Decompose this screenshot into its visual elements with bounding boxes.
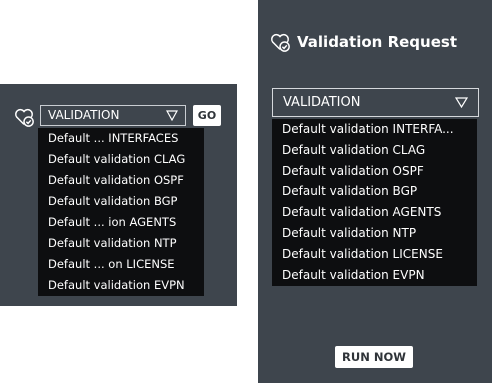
menu-item[interactable]: Default ... INTERFACES	[38, 128, 204, 149]
validation-type-select[interactable]: VALIDATION	[40, 105, 186, 126]
menu-item[interactable]: Default validation CLAG	[272, 140, 477, 161]
validation-request-panel: Validation Request VALIDATION Default va…	[258, 0, 492, 383]
menu-item[interactable]: Default validation EVPN	[272, 265, 477, 286]
triangle-down-icon	[166, 110, 178, 121]
heart-check-icon	[271, 33, 290, 52]
validation-dropdown-menu: Default validation INTERFA... Default val…	[272, 119, 477, 286]
heart-check-icon	[15, 108, 34, 127]
menu-item[interactable]: Default validation AGENTS	[272, 202, 477, 223]
menu-item[interactable]: Default validation LICENSE	[272, 244, 477, 265]
go-button[interactable]: GO	[193, 105, 221, 126]
menu-item[interactable]: Default ... on LICENSE	[38, 254, 204, 275]
menu-item[interactable]: Default validation EVPN	[38, 275, 204, 296]
validation-dropdown-menu: Default ... INTERFACES Default validation…	[38, 128, 204, 296]
panel-header: Validation Request	[269, 28, 457, 56]
validation-type-select[interactable]: VALIDATION	[272, 88, 479, 117]
panel-title: Validation Request	[297, 33, 457, 51]
menu-item[interactable]: Default validation OSPF	[272, 161, 477, 182]
triangle-down-icon	[455, 97, 468, 108]
menu-item[interactable]: Default validation INTERFA...	[272, 119, 477, 140]
validation-widget-compact: VALIDATION GO Default ... INTERFACES Defa…	[0, 84, 237, 306]
menu-item[interactable]: Default validation NTP	[38, 233, 204, 254]
menu-item[interactable]: Default validation BGP	[38, 191, 204, 212]
run-now-button[interactable]: RUN NOW	[335, 346, 413, 368]
menu-item[interactable]: Default validation BGP	[272, 181, 477, 202]
menu-item[interactable]: Default ... ion AGENTS	[38, 212, 204, 233]
select-value: VALIDATION	[283, 95, 361, 110]
menu-item[interactable]: Default validation NTP	[272, 223, 477, 244]
menu-item[interactable]: Default validation OSPF	[38, 170, 204, 191]
menu-item[interactable]: Default validation CLAG	[38, 149, 204, 170]
select-value: VALIDATION	[48, 108, 120, 122]
